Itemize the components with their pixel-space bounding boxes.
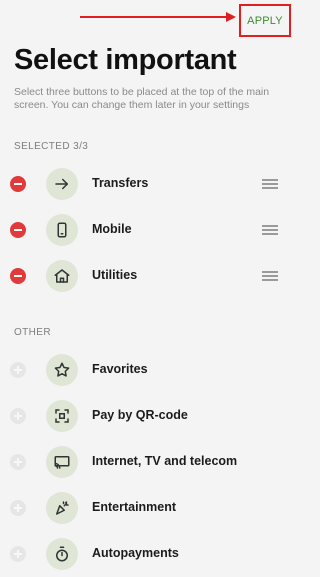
other-item-autopayments[interactable]: Autopayments: [0, 531, 295, 577]
page-subtitle: Select three buttons to be placed at the…: [14, 86, 270, 111]
add-icon[interactable]: [10, 408, 26, 424]
tv-icon: [46, 446, 78, 478]
annotation-highlight-box: APPLY: [239, 4, 291, 37]
arrow-right-icon: [46, 168, 78, 200]
item-label: Favorites: [92, 362, 148, 376]
page-title: Select important: [14, 44, 237, 76]
remove-icon[interactable]: [10, 176, 26, 192]
other-item-qr[interactable]: Pay by QR-code: [0, 393, 295, 439]
phone-icon: [46, 214, 78, 246]
item-label: Transfers: [92, 176, 149, 190]
other-section-label: OTHER: [14, 327, 51, 338]
star-icon: [46, 354, 78, 386]
annotation-arrow-line: [80, 16, 228, 18]
add-icon[interactable]: [10, 454, 26, 470]
selected-item-transfers[interactable]: Transfers: [0, 161, 295, 207]
other-item-internet[interactable]: Internet, TV and telecom: [0, 439, 295, 485]
item-label: Autopayments: [92, 546, 179, 560]
remove-icon[interactable]: [10, 268, 26, 284]
drag-handle-icon[interactable]: [262, 179, 278, 189]
item-label: Mobile: [92, 222, 132, 236]
other-item-entertainment[interactable]: Entertainment: [0, 485, 295, 531]
stopwatch-icon: [46, 538, 78, 570]
qr-code-icon: [46, 400, 78, 432]
drag-handle-icon[interactable]: [262, 225, 278, 235]
selected-section-label: SELECTED 3/3: [14, 141, 89, 152]
item-label: Pay by QR-code: [92, 408, 188, 422]
add-icon[interactable]: [10, 362, 26, 378]
add-icon[interactable]: [10, 500, 26, 516]
item-label: Utilities: [92, 268, 138, 282]
add-icon[interactable]: [10, 546, 26, 562]
remove-icon[interactable]: [10, 222, 26, 238]
selected-item-utilities[interactable]: Utilities: [0, 253, 295, 299]
house-icon: [46, 260, 78, 292]
other-item-favorites[interactable]: Favorites: [0, 347, 295, 393]
top-bar: APPLY: [0, 0, 295, 44]
item-label: Entertainment: [92, 500, 177, 514]
apply-button[interactable]: APPLY: [247, 15, 283, 27]
item-label: Internet, TV and telecom: [92, 454, 238, 468]
drag-handle-icon[interactable]: [262, 271, 278, 281]
party-popper-icon: [46, 492, 78, 524]
annotation-arrow-head-icon: [226, 12, 236, 22]
selected-item-mobile[interactable]: Mobile: [0, 207, 295, 253]
